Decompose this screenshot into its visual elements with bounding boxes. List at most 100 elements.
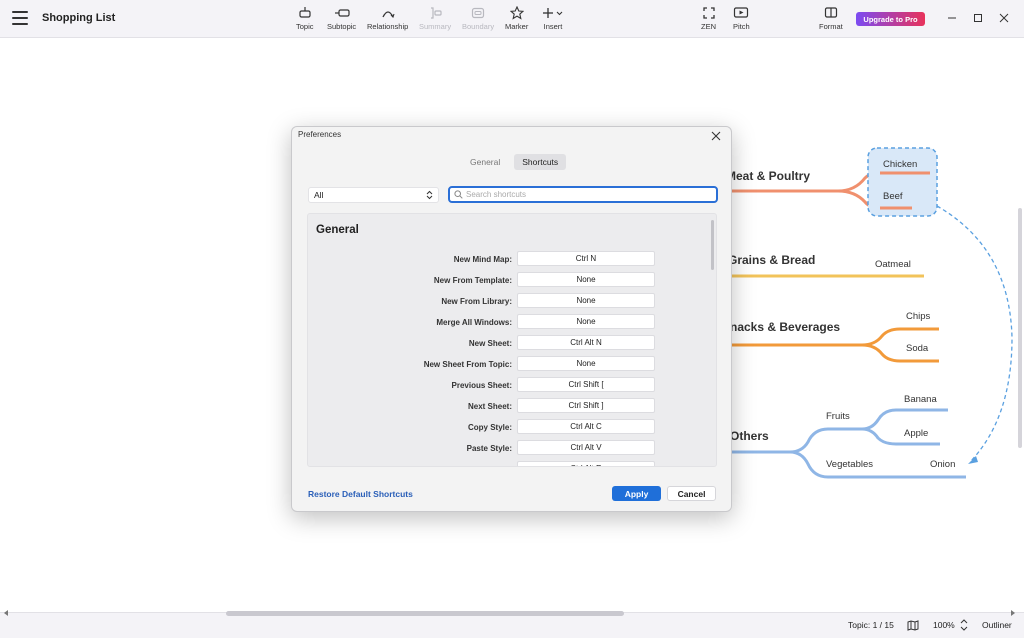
marker-label: Marker xyxy=(505,22,529,31)
topic-icon xyxy=(298,6,312,20)
shortcut-key-field[interactable]: Ctrl Alt R xyxy=(517,461,655,466)
panel-scrollbar[interactable] xyxy=(711,220,714,270)
topic-vegetables[interactable]: Vegetables xyxy=(826,459,873,470)
pitch-play-icon xyxy=(733,6,749,20)
filter-value: All xyxy=(314,190,324,200)
canvas-horizontal-scrollbar[interactable] xyxy=(4,611,1016,617)
shortcut-label: New Mind Map: xyxy=(453,255,512,264)
scroll-right-icon[interactable] xyxy=(1010,609,1016,617)
topic-beef[interactable]: Beef xyxy=(883,191,903,202)
shortcut-key-field[interactable]: None xyxy=(517,293,655,308)
fruits-connector xyxy=(789,427,862,454)
shortcut-key-field[interactable]: Ctrl Shift [ xyxy=(517,377,655,392)
shortcut-row: New Mind Map: Ctrl N xyxy=(308,250,708,271)
search-input[interactable] xyxy=(466,190,712,199)
star-icon xyxy=(509,6,524,20)
shortcut-category-select[interactable]: All xyxy=(308,187,439,203)
shortcut-row: Copy Style: Ctrl Alt C xyxy=(308,418,708,439)
shortcut-label: Reset Style: xyxy=(466,465,512,466)
relationship-line[interactable] xyxy=(936,205,1013,463)
summary-button[interactable]: Summary xyxy=(419,6,451,31)
topic-banana[interactable]: Banana xyxy=(904,394,937,405)
shortcut-rows: New Mind Map: Ctrl N New From Template: Non… xyxy=(308,250,708,466)
dialog-close-icon[interactable] xyxy=(709,128,723,142)
boundary-button[interactable]: Boundary xyxy=(462,6,494,31)
format-panel-icon xyxy=(824,6,838,20)
search-shortcuts-field[interactable] xyxy=(448,186,718,203)
zoom-level[interactable]: 100% xyxy=(933,620,955,630)
insert-button[interactable]: Insert xyxy=(542,6,564,31)
format-label: Format xyxy=(819,22,843,31)
relationship-button[interactable]: Relationship xyxy=(367,6,408,31)
outliner-button[interactable]: Outliner xyxy=(982,620,1012,630)
hamburger-menu-icon[interactable] xyxy=(12,11,28,25)
topic-soda[interactable]: Soda xyxy=(906,343,928,354)
subtopic-label: Subtopic xyxy=(327,22,357,31)
shortcut-key-field[interactable]: None xyxy=(517,356,655,371)
shortcut-key-field[interactable]: None xyxy=(517,314,655,329)
topic-fruits[interactable]: Fruits xyxy=(826,411,850,422)
subtopic-icon xyxy=(334,6,350,20)
topic-others[interactable]: Others xyxy=(730,429,769,443)
relationship-label: Relationship xyxy=(367,22,409,31)
topic-snacks-beverages[interactable]: nacks & Beverages xyxy=(730,320,840,334)
shortcut-key-field[interactable]: Ctrl Alt V xyxy=(517,440,655,455)
shortcut-row: New From Library: None xyxy=(308,292,708,313)
topic-apple[interactable]: Apple xyxy=(904,428,928,439)
tab-general[interactable]: General xyxy=(462,154,508,170)
shortcut-row: Next Sheet: Ctrl Shift ] xyxy=(308,397,708,418)
topic-meat-poultry[interactable]: Meat & Poultry xyxy=(726,169,810,183)
topic-label: Topic xyxy=(296,22,314,31)
shortcut-key-field[interactable]: Ctrl Shift ] xyxy=(517,398,655,413)
boundary-icon xyxy=(471,6,485,20)
restore-default-shortcuts-link[interactable]: Restore Default Shortcuts xyxy=(308,489,413,499)
shortcut-key-field[interactable]: Ctrl N xyxy=(517,251,655,266)
close-window-icon[interactable] xyxy=(996,10,1012,26)
shortcuts-panel[interactable]: General New Mind Map: Ctrl N New From Temp… xyxy=(307,213,717,467)
shortcut-label: Paste Style: xyxy=(466,444,512,453)
shortcut-label: Next Sheet: xyxy=(467,402,512,411)
shortcut-row: Reset Style: Ctrl Alt R xyxy=(308,460,708,466)
shortcut-row: New Sheet: Ctrl Alt N xyxy=(308,334,708,355)
pitch-button[interactable]: Pitch xyxy=(733,6,750,31)
topic-count: Topic: 1 / 15 xyxy=(848,620,894,630)
shortcut-label: New Sheet From Topic: xyxy=(423,360,512,369)
boundary-label: Boundary xyxy=(462,22,495,31)
shortcut-row: Previous Sheet: Ctrl Shift [ xyxy=(308,376,708,397)
topic-oatmeal[interactable]: Oatmeal xyxy=(875,259,911,270)
shortcut-key-field[interactable]: Ctrl Alt C xyxy=(517,419,655,434)
shortcut-label: New From Template: xyxy=(433,276,512,285)
marker-button[interactable]: Marker xyxy=(505,6,528,31)
title-toolbar: Shopping List Topic Subtopic Relationshi… xyxy=(0,0,1024,38)
document-title: Shopping List xyxy=(42,12,116,24)
summary-icon xyxy=(428,6,442,20)
scroll-left-icon[interactable] xyxy=(3,609,9,617)
zen-expand-icon xyxy=(702,6,716,20)
zoom-stepper-icon[interactable] xyxy=(960,619,968,631)
apply-button[interactable]: Apply xyxy=(612,486,661,501)
preferences-tabs: General Shortcuts xyxy=(462,154,567,170)
shortcut-row: Paste Style: Ctrl Alt V xyxy=(308,439,708,460)
shortcut-label: Previous Sheet: xyxy=(451,381,512,390)
scrollbar-thumb[interactable] xyxy=(226,611,624,616)
topic-onion[interactable]: Onion xyxy=(930,459,955,470)
upgrade-to-pro-button[interactable]: Upgrade to Pro xyxy=(856,12,925,26)
tab-shortcuts[interactable]: Shortcuts xyxy=(514,154,567,170)
topic-chips[interactable]: Chips xyxy=(906,311,930,322)
canvas-vertical-scrollbar[interactable] xyxy=(1018,208,1022,448)
cancel-button[interactable]: Cancel xyxy=(667,486,716,501)
topic-grains-bread[interactable]: Grains & Bread xyxy=(728,253,815,267)
subtopic-button[interactable]: Subtopic xyxy=(327,6,356,31)
topic-chicken[interactable]: Chicken xyxy=(883,159,917,170)
format-button[interactable]: Format xyxy=(819,6,843,31)
maximize-icon[interactable] xyxy=(970,10,986,26)
banana-connector xyxy=(861,408,948,431)
topic-button[interactable]: Topic xyxy=(296,6,314,31)
shortcut-key-field[interactable]: Ctrl Alt N xyxy=(517,335,655,350)
shortcut-key-field[interactable]: None xyxy=(517,272,655,287)
shortcut-label: Merge All Windows: xyxy=(436,318,512,327)
minimize-icon[interactable] xyxy=(944,10,960,26)
zen-button[interactable]: ZEN xyxy=(701,6,716,31)
map-view-icon[interactable] xyxy=(907,620,919,631)
updown-chevron-icon xyxy=(426,190,433,200)
